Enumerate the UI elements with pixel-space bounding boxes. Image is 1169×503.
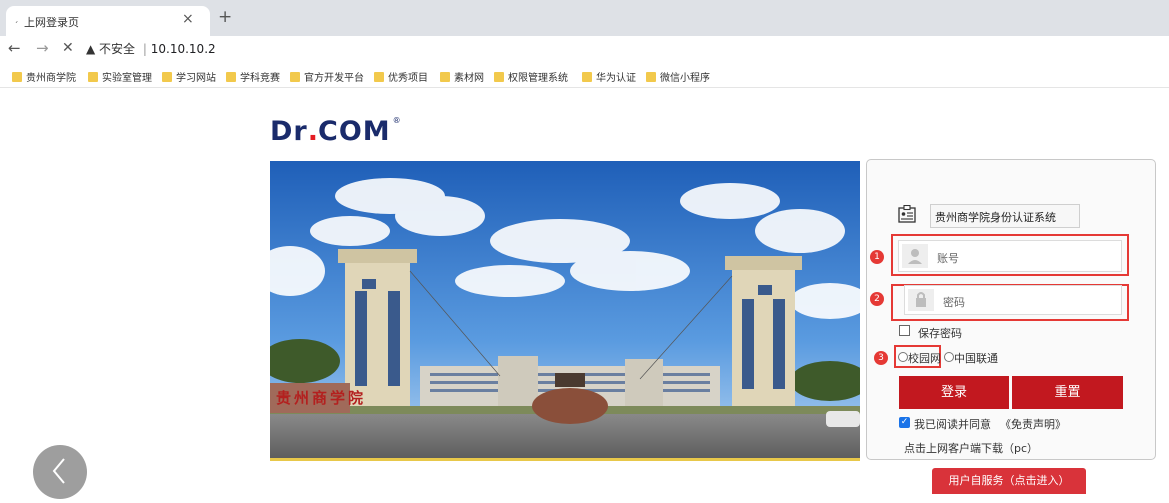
unicom-label: 中国联通 (954, 352, 998, 365)
agree-label: 我已阅读并同意 (914, 418, 991, 431)
security-warning[interactable]: ▲ 不安全 (86, 42, 135, 56)
bookmark-item[interactable]: 学科竞赛 (226, 69, 280, 84)
user-icon (902, 244, 928, 268)
logo-text-com: COM (318, 116, 391, 147)
campus-network-label: 校园网 (908, 352, 941, 365)
bookmark-item[interactable]: 官方开发平台 (290, 69, 364, 84)
client-download-link[interactable]: 点击上网客户端下载（pc） (904, 440, 1038, 456)
logo-dot: . (307, 116, 318, 147)
folder-icon (494, 72, 504, 82)
bookmark-label: 权限管理系统 (508, 73, 568, 84)
login-button[interactable]: 登录 (899, 376, 1009, 409)
folder-icon (162, 72, 172, 82)
chevron-left-icon (52, 458, 65, 484)
system-name-box: 贵州商学院身份认证系统 (930, 204, 1080, 228)
bookmark-label: 微信小程序 (660, 73, 710, 84)
remember-password-label: 保存密码 (918, 327, 962, 340)
bookmark-label: 贵州商学院 (26, 73, 76, 84)
bookmark-label: 华为认证 (596, 73, 636, 84)
marker-3: 3 (874, 351, 888, 365)
id-card-icon (898, 205, 916, 223)
agree-checkbox[interactable]: ✓ (899, 417, 910, 428)
browser-tab[interactable]: ˏ 上网登录页 × (6, 6, 210, 36)
drcom-logo: Dr. COM ® (270, 116, 401, 147)
tab-favicon-icon: ˏ (14, 14, 19, 24)
account-placeholder: 账号 (937, 252, 959, 265)
folder-icon (226, 72, 236, 82)
folder-icon (290, 72, 300, 82)
forward-arrow-icon[interactable]: → (36, 39, 49, 57)
bookmark-item[interactable]: 微信小程序 (646, 69, 710, 84)
bookmark-item[interactable]: 素材网 (440, 69, 484, 84)
folder-icon (646, 72, 656, 82)
bookmark-label: 学习网站 (176, 73, 216, 84)
folder-icon (88, 72, 98, 82)
marker-1: 1 (870, 250, 884, 264)
disclaimer-link[interactable]: 《免责声明》 (1000, 416, 1066, 432)
new-tab-icon[interactable]: + (218, 7, 232, 27)
campus-gate-image (270, 161, 860, 458)
campus-photo: 贵州商学院 (270, 161, 860, 461)
account-input[interactable]: 账号 (898, 240, 1122, 272)
bookmark-label: 优秀项目 (388, 73, 428, 84)
bookmarks-bar: 贵州商学院 实验室管理 学习网站 学科竞赛 官方开发平台 优秀项目 素材网 权限… (0, 62, 1169, 88)
back-circle-button[interactable] (33, 445, 87, 499)
marker-2: 2 (870, 292, 884, 306)
folder-icon (12, 72, 22, 82)
tab-close-icon[interactable]: × (182, 11, 194, 27)
bookmark-item[interactable]: 权限管理系统 (494, 69, 568, 84)
browser-toolbar: ← → ✕ ▲ 不安全 | 10.10.10.2 (0, 36, 1169, 62)
stop-icon[interactable]: ✕ (62, 40, 74, 56)
bookmark-label: 素材网 (454, 73, 484, 84)
logo-text-dr: Dr (270, 116, 308, 147)
bookmark-item[interactable]: 华为认证 (582, 69, 636, 84)
bookmark-item[interactable]: 优秀项目 (374, 69, 428, 84)
password-placeholder: 密码 (943, 296, 965, 309)
password-input[interactable]: 密码 (904, 285, 1122, 315)
lock-icon (908, 289, 934, 311)
remember-password-checkbox[interactable] (899, 325, 910, 336)
campus-network-radio[interactable] (898, 352, 908, 362)
url-text: 10.10.10.2 (150, 42, 216, 56)
bookmark-label: 学科竞赛 (240, 73, 280, 84)
folder-icon (440, 72, 450, 82)
back-arrow-icon[interactable]: ← (8, 39, 21, 57)
bookmark-item[interactable]: 实验室管理 (88, 69, 152, 84)
bookmark-label: 官方开发平台 (304, 73, 364, 84)
bookmark-item[interactable]: 学习网站 (162, 69, 216, 84)
bookmark-item[interactable]: 贵州商学院 (12, 69, 76, 84)
logo-registered-mark: ® (392, 116, 401, 125)
unicom-radio[interactable] (944, 352, 954, 362)
tab-title: 上网登录页 (24, 16, 79, 29)
address-bar[interactable]: ▲ 不安全 | 10.10.10.2 (86, 40, 216, 57)
folder-icon (582, 72, 592, 82)
folder-icon (374, 72, 384, 82)
reset-button[interactable]: 重置 (1012, 376, 1123, 409)
self-service-button[interactable]: 用户自服务（点击进入） (932, 468, 1086, 494)
photo-caption: 贵州商学院 (276, 389, 367, 407)
tab-bar: ˏ 上网登录页 × + (0, 0, 1169, 36)
bookmark-label: 实验室管理 (102, 73, 152, 84)
